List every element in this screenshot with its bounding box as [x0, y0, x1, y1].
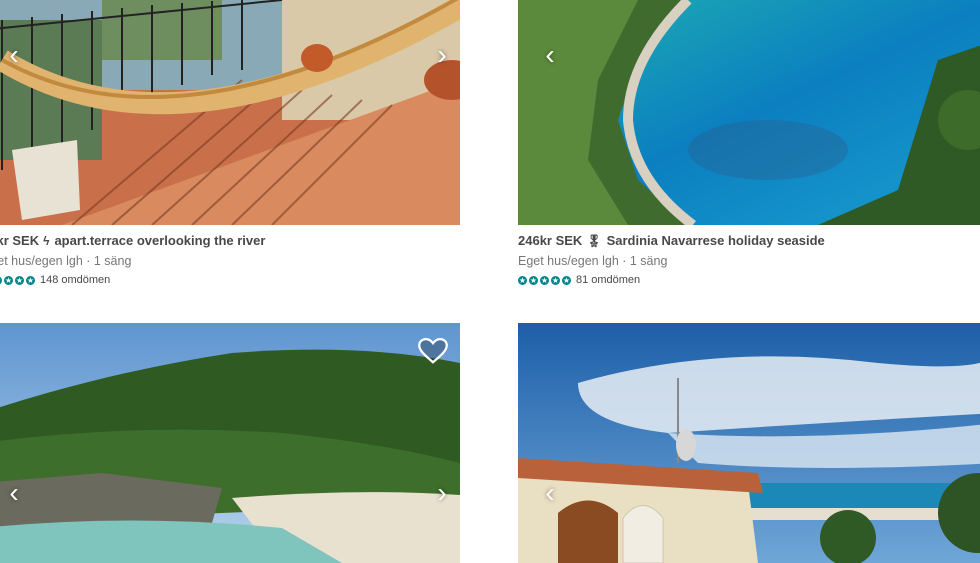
review-label: omdömen [61, 274, 111, 286]
review-count: 148 [40, 274, 59, 286]
star-icon: ★ [15, 275, 24, 285]
rating-stars: ★ ★ ★ ★ ★ [518, 275, 573, 285]
listing-photo-3[interactable]: ‹ › [0, 323, 460, 563]
star-icon: ★ [562, 275, 571, 285]
listing-price: 246kr SEK [518, 233, 583, 248]
listing-photo-2[interactable]: ‹ [518, 0, 980, 225]
listing-title-line[interactable]: 246kr SEK 🎖 Sardinia Navarrese holiday sea… [518, 233, 980, 248]
previous-photo-arrow-icon[interactable]: ‹ [538, 41, 562, 69]
star-icon: ★ [529, 275, 538, 285]
terrace-hammock-image [0, 0, 460, 225]
rating-stars: ★ ★ ★ ★ ★ [0, 275, 37, 285]
listing-photo-1[interactable]: ‹ › [0, 0, 460, 225]
next-photo-arrow-icon[interactable]: › [430, 41, 454, 69]
lightning-icon: ϟ [43, 234, 50, 248]
listing-title[interactable]: apart.terrace overlooking the river [54, 233, 265, 248]
star-icon: ★ [26, 275, 35, 285]
listing-price: 46kr SEK [0, 233, 40, 248]
listing-title-line[interactable]: 46kr SEKϟ apart.terrace overlooking the r… [0, 233, 460, 248]
green-hill-beach-image [0, 323, 460, 563]
listing-info-1[interactable]: 46kr SEKϟ apart.terrace overlooking the r… [0, 225, 460, 286]
star-icon: ★ [518, 275, 527, 285]
listing-photo-4[interactable]: ‹ [518, 323, 980, 563]
listing-card-3[interactable]: ‹ › [0, 323, 460, 563]
sardinia-coast-image [518, 0, 980, 225]
listing-card-2[interactable]: ‹ 246kr SEK 🎖 Sardinia Navarrese holiday s… [518, 0, 980, 286]
previous-photo-arrow-icon[interactable]: ‹ [538, 479, 562, 507]
previous-photo-arrow-icon[interactable]: ‹ [2, 479, 26, 507]
previous-photo-arrow-icon[interactable]: ‹ [2, 41, 26, 69]
star-icon: ★ [540, 275, 549, 285]
listing-rating: ★ ★ ★ ★ ★ 148 omdömen [0, 274, 460, 286]
listing-card-1[interactable]: ‹ › 46kr SEKϟ apart.terrace overlooking t… [0, 0, 460, 286]
listing-subtitle: Eget hus/egen lgh · 1 säng [0, 254, 132, 268]
next-photo-arrow-icon[interactable]: › [430, 479, 454, 507]
listing-rating: ★ ★ ★ ★ ★ 81 omdömen [518, 274, 980, 286]
review-count: 81 [576, 274, 589, 286]
listing-info-2[interactable]: 246kr SEK 🎖 Sardinia Navarrese holiday sea… [518, 225, 980, 286]
star-icon: ★ [4, 275, 13, 285]
medal-icon: 🎖 [586, 234, 602, 248]
star-icon: ★ [0, 275, 2, 285]
seaside-house-image [518, 323, 980, 563]
listing-subtitle: Eget hus/egen lgh · 1 säng [518, 254, 668, 268]
review-label: omdömen [591, 274, 641, 286]
heart-icon[interactable] [418, 337, 448, 365]
listing-title[interactable]: Sardinia Navarrese holiday seaside [607, 233, 825, 248]
star-icon: ★ [551, 275, 560, 285]
listing-card-4[interactable]: ‹ [518, 323, 980, 563]
